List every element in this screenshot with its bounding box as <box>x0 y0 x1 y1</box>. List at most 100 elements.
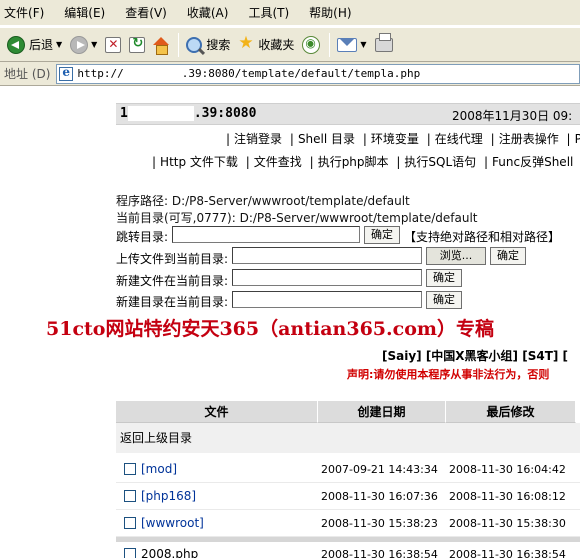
home-icon <box>153 36 170 55</box>
new-file-label: 新建文件在当前目录: <box>116 274 229 288</box>
menu-help[interactable]: 帮助(H) <box>309 4 351 21</box>
new-file-input[interactable] <box>232 269 422 286</box>
current-dir: 当前目录(可写,0777): D:/P8-Server/wwwroot/temp… <box>116 211 478 225</box>
dropdown-arrow-icon[interactable]: ▼ <box>56 40 62 49</box>
jump-dir-label: 跳转目录: <box>116 230 169 244</box>
new-dir-label: 新建目录在当前目录: <box>116 295 229 309</box>
nav-online-proxy[interactable]: 在线代理 <box>435 132 483 146</box>
menu-edit[interactable]: 编辑(E) <box>64 4 105 21</box>
mail-button[interactable]: ▼ <box>334 31 369 59</box>
media-button[interactable] <box>299 31 323 59</box>
nav-registry[interactable]: 注册表操作 <box>499 132 559 146</box>
host-label: 1.39:8080 <box>120 106 257 121</box>
menu-favorites[interactable]: 收藏(A) <box>187 4 229 21</box>
created-date: 2008-11-30 16:07:36 <box>321 490 438 503</box>
redacted-area <box>123 66 182 81</box>
stop-button[interactable] <box>102 31 124 59</box>
program-path: 程序路径: D:/P8-Server/wwwroot/template/defa… <box>116 194 410 208</box>
nav-exec-php[interactable]: 执行php脚本 <box>318 155 389 169</box>
nav-logout[interactable]: 注销登录 <box>234 132 282 146</box>
dropdown-arrow-icon[interactable]: ▼ <box>360 40 366 49</box>
nav-func-shell[interactable]: Func反弹Shell <box>492 155 573 169</box>
menu-tools[interactable]: 工具(T) <box>248 4 289 21</box>
page-viewport: 1.39:8080 2008年11月30日 09: | 注销登录 | Shell 目… <box>0 87 580 558</box>
favorites-button[interactable]: 收藏夹 <box>235 31 297 59</box>
home-button[interactable] <box>150 31 172 59</box>
file-link[interactable]: 2008.php <box>141 547 198 558</box>
created-date: 2008-11-30 15:38:23 <box>321 517 438 530</box>
modified-date: 2008-11-30 16:38:54 <box>449 548 566 558</box>
team-links[interactable]: [Saiy] [中国X黑客小组] [S4T] [ <box>382 347 568 364</box>
nav-env-vars[interactable]: 环境变量 <box>371 132 419 146</box>
forward-arrow-icon <box>70 35 89 54</box>
folder-link[interactable]: [mod] <box>141 462 177 476</box>
address-bar: 地址 (D) http:// .39:8080/template/default… <box>0 62 580 86</box>
new-file-confirm-button[interactable]: 确定 <box>426 269 462 287</box>
nav-exec-sql[interactable]: 执行SQL语句 <box>404 155 476 169</box>
created-date: 2007-09-21 14:43:34 <box>321 463 438 476</box>
browse-button[interactable]: 浏览... <box>426 247 486 265</box>
folder-link[interactable]: [wwwroot] <box>141 516 204 530</box>
new-dir-confirm-button[interactable]: 确定 <box>426 291 462 309</box>
address-label: 地址 (D) <box>4 67 51 81</box>
dropdown-arrow-icon[interactable]: ▼ <box>91 40 97 49</box>
row-checkbox[interactable] <box>124 463 136 475</box>
modified-date: 2008-11-30 16:04:42 <box>449 463 566 476</box>
modified-date: 2008-11-30 15:38:30 <box>449 517 566 530</box>
table-row: [wwwroot] 2008-11-30 15:38:23 2008-11-30… <box>116 511 580 537</box>
forward-button[interactable]: ▼ <box>67 31 100 59</box>
mail-icon <box>337 37 358 52</box>
nav-row-secondary: | Http 文件下载 | 文件查找 | 执行php脚本 | 执行SQL语句 | Func… <box>152 155 574 169</box>
menu-file[interactable]: 文件(F) <box>4 4 44 21</box>
new-dir-input[interactable] <box>232 291 422 308</box>
column-header-file[interactable]: 文件 <box>116 401 318 423</box>
refresh-button[interactable] <box>126 31 148 59</box>
toolbar-divider <box>329 32 331 57</box>
modified-date: 2008-11-30 16:08:12 <box>449 490 566 503</box>
nav-php-more[interactable]: PH <box>575 132 580 146</box>
address-input[interactable]: http:// .39:8080/template/default/templa… <box>56 63 580 84</box>
redacted-area <box>127 106 194 121</box>
toolbar-divider <box>178 32 180 57</box>
toolbar: 后退 ▼ ▼ 搜索 收藏夹 ▼ <box>0 27 580 62</box>
row-checkbox[interactable] <box>124 490 136 502</box>
media-icon <box>302 35 321 54</box>
refresh-icon <box>129 36 146 53</box>
search-button[interactable]: 搜索 <box>183 31 233 59</box>
upload-label: 上传文件到当前目录: <box>116 252 229 266</box>
upload-file-input[interactable] <box>232 247 422 264</box>
table-row: [mod] 2007-09-21 14:43:34 2008-11-30 16:… <box>116 457 580 483</box>
page-icon <box>59 65 74 81</box>
watermark-text: 51cto网站特约安天365（antian365.com）专稿 <box>46 318 494 340</box>
table-row: [php168] 2008-11-30 16:07:36 2008-11-30 … <box>116 484 580 510</box>
star-icon <box>238 33 254 54</box>
nav-http-download[interactable]: Http 文件下载 <box>160 155 238 169</box>
back-arrow-icon <box>7 35 25 54</box>
menu-bar: 文件(F) 编辑(E) 查看(V) 收藏(A) 工具(T) 帮助(H) <box>0 0 580 26</box>
nav-shell-dir[interactable]: Shell 目录 <box>298 132 355 146</box>
row-checkbox[interactable] <box>124 548 136 558</box>
parent-dir-link[interactable]: 返回上级目录 <box>120 429 192 446</box>
back-button[interactable]: 后退 ▼ <box>4 31 65 59</box>
upload-confirm-button[interactable]: 确定 <box>490 247 526 265</box>
nav-file-search[interactable]: 文件查找 <box>254 155 302 169</box>
folder-link[interactable]: [php168] <box>141 489 196 503</box>
table-row: 2008.php 2008-11-30 16:38:54 2008-11-30 … <box>116 542 580 558</box>
legal-notice: 声明:请勿使用本程序从事非法行为，否则 <box>347 368 550 381</box>
row-checkbox[interactable] <box>124 517 136 529</box>
jump-dir-input[interactable] <box>172 226 360 243</box>
nav-row-primary: |注销登录 |Shell 目录 |环境变量 |在线代理 |注册表操作 |PH <box>222 130 580 147</box>
jump-confirm-button[interactable]: 确定 <box>364 226 400 244</box>
page-header: 1.39:8080 2008年11月30日 09: <box>116 103 580 125</box>
search-icon <box>186 36 203 53</box>
parent-dir-row: 返回上级目录 <box>116 423 580 453</box>
stop-icon <box>105 36 122 53</box>
menu-view[interactable]: 查看(V) <box>125 4 167 21</box>
print-button[interactable] <box>372 31 396 59</box>
date-label: 2008年11月30日 09: <box>452 109 573 123</box>
column-header-created[interactable]: 创建日期 <box>318 401 446 423</box>
created-date: 2008-11-30 16:38:54 <box>321 548 438 558</box>
print-icon <box>374 32 393 52</box>
jump-hint: 【支持绝对路径和相对路径】 <box>404 230 561 244</box>
column-header-modified[interactable]: 最后修改 <box>446 401 576 423</box>
